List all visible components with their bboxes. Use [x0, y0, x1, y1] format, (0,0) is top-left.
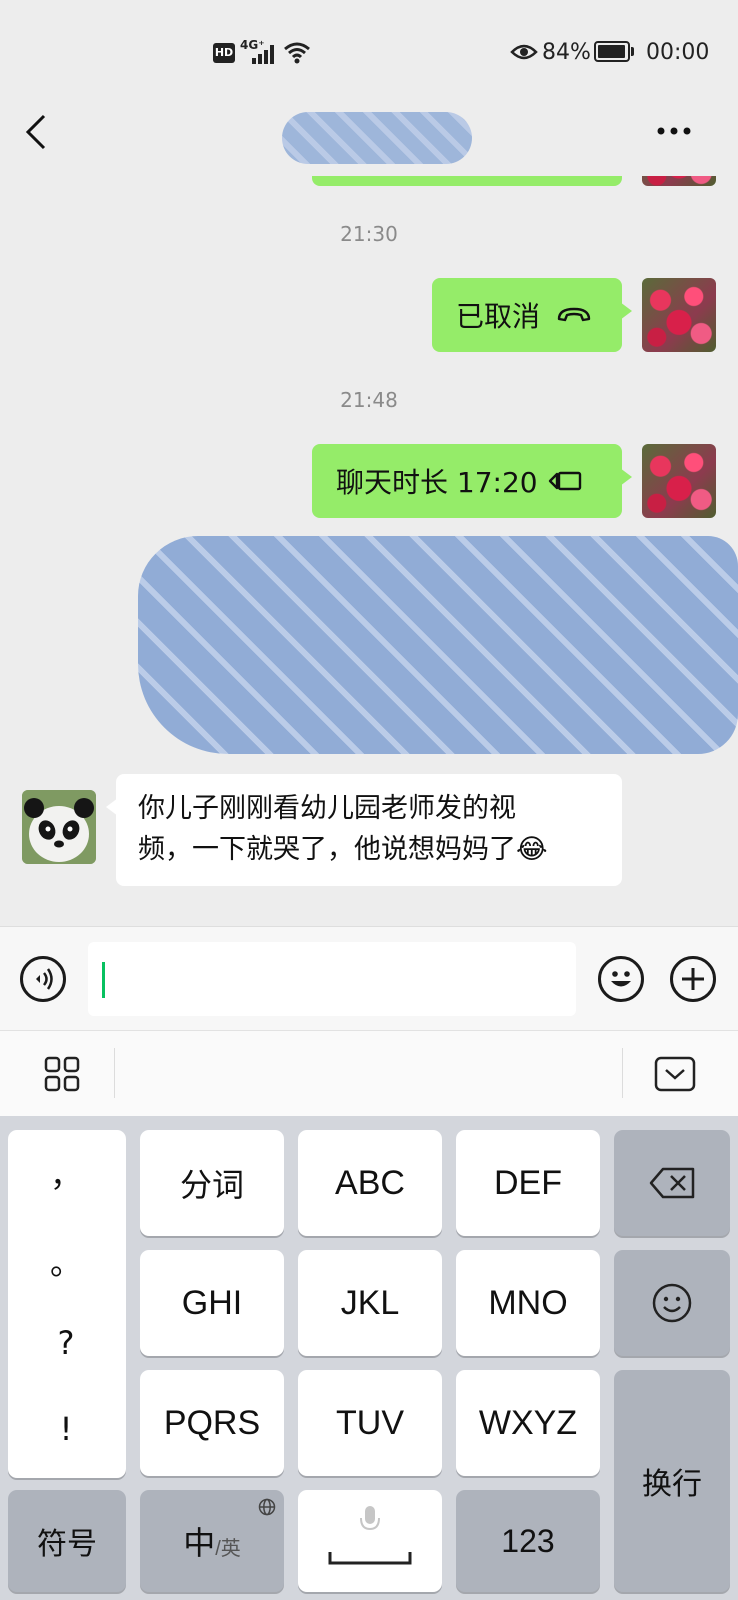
- redacted-content: [138, 536, 738, 754]
- smiley-icon: [652, 1283, 692, 1323]
- timestamp: 21:30: [340, 222, 398, 246]
- video-camera-icon: [548, 471, 581, 491]
- key-def[interactable]: DEF: [456, 1130, 600, 1236]
- more-dots-icon[interactable]: [656, 126, 692, 136]
- redacted-title: [282, 112, 472, 164]
- wifi-icon: [284, 42, 310, 64]
- key-mno[interactable]: MNO: [456, 1250, 600, 1356]
- key-pqrs[interactable]: PQRS: [140, 1370, 284, 1476]
- symbol-key-question[interactable]: ?: [6, 1324, 126, 1362]
- message-text: 聊天时长 17:20: [336, 466, 538, 499]
- message-list[interactable]: 21:30 已取消 21:48 聊天时长 17:20 你儿子刚刚看幼儿园老师发的…: [0, 176, 738, 926]
- symbol-key-period[interactable]: 。: [6, 1238, 126, 1284]
- key-jkl[interactable]: JKL: [298, 1250, 442, 1356]
- timestamp: 21:48: [340, 388, 398, 412]
- backspace-icon: [649, 1167, 695, 1199]
- space-bar-icon: [328, 1552, 412, 1565]
- symbol-key-exclaim[interactable]: !: [6, 1410, 126, 1448]
- message-input[interactable]: [88, 942, 576, 1016]
- symbol-key-comma[interactable]: ，: [6, 1150, 126, 1196]
- symbol-mode-key[interactable]: 符号: [8, 1490, 126, 1592]
- battery-fill: [598, 45, 625, 58]
- voice-icon[interactable]: [20, 956, 66, 1002]
- text-caret: [102, 962, 105, 998]
- key-ghi[interactable]: GHI: [140, 1250, 284, 1356]
- laughing-emoji-icon: 😂: [516, 834, 548, 865]
- hd-icon: HD: [213, 43, 235, 63]
- key-fenci[interactable]: 分词: [140, 1130, 284, 1236]
- key-abc[interactable]: ABC: [298, 1130, 442, 1236]
- emoji-key[interactable]: [614, 1250, 730, 1356]
- space-key[interactable]: [298, 1490, 442, 1592]
- avatar[interactable]: [22, 790, 96, 864]
- ime-toolbar: [0, 1030, 738, 1117]
- mic-icon: [360, 1506, 380, 1531]
- message-text: 已取消: [456, 300, 541, 333]
- lang-main-label: 中: [183, 1525, 216, 1561]
- globe-icon: [258, 1498, 276, 1516]
- message-line-2: 频，一下就哭了，他说想妈妈了😂: [138, 834, 548, 865]
- avatar[interactable]: [642, 176, 716, 186]
- video-call-bubble[interactable]: 聊天时长 17:20: [312, 444, 632, 518]
- hangup-icon: [557, 307, 591, 322]
- number-mode-key[interactable]: 123: [456, 1490, 600, 1592]
- eye-icon: [510, 44, 538, 60]
- backspace-key[interactable]: [614, 1130, 730, 1236]
- toolbar-divider: [622, 1048, 623, 1098]
- call-cancelled-bubble[interactable]: 已取消: [432, 278, 632, 352]
- key-tuv[interactable]: TUV: [298, 1370, 442, 1476]
- toolbar-divider: [114, 1048, 115, 1098]
- smiley-icon[interactable]: [598, 956, 644, 1002]
- chevron-left-icon[interactable]: [24, 114, 48, 150]
- avatar[interactable]: [642, 278, 716, 352]
- plus-icon[interactable]: [670, 956, 716, 1002]
- incoming-text-bubble[interactable]: 你儿子刚刚看幼儿园老师发的视 频，一下就哭了，他说想妈妈了😂: [106, 774, 622, 886]
- signal-icon: [252, 45, 274, 64]
- key-wxyz[interactable]: WXYZ: [456, 1370, 600, 1476]
- language-switch-key[interactable]: 中 /英: [140, 1490, 284, 1592]
- battery-tip: [631, 47, 634, 56]
- grid-icon[interactable]: [44, 1056, 80, 1092]
- lang-sub-label: /英: [215, 1537, 241, 1560]
- status-bar: HD 4G⁺ 84% 00:00: [0, 0, 738, 100]
- battery-percent: 84%: [542, 40, 591, 65]
- battery-icon: [594, 41, 630, 62]
- avatar[interactable]: [642, 444, 716, 518]
- message-line: 你儿子刚刚看幼儿园老师发的视: [138, 793, 516, 824]
- enter-key[interactable]: 换行: [614, 1370, 730, 1592]
- panda-avatar-image: [22, 790, 96, 864]
- clock: 00:00: [646, 40, 710, 65]
- previous-message-bubble: [312, 176, 622, 186]
- collapse-keyboard-icon[interactable]: [654, 1056, 696, 1092]
